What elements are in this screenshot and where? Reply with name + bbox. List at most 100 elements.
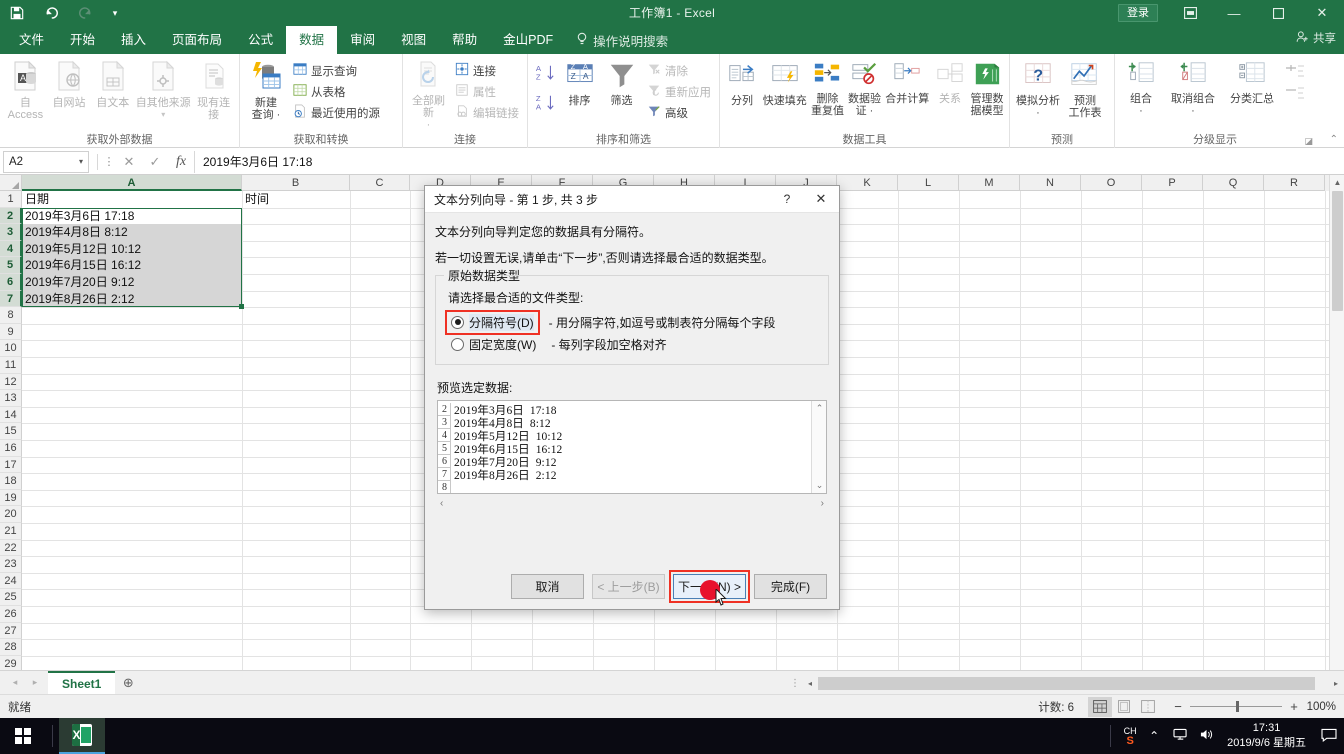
sign-in-button[interactable]: 登录: [1118, 4, 1158, 22]
normal-view-button[interactable]: [1088, 696, 1112, 717]
ime-indicator[interactable]: CH S: [1119, 718, 1141, 754]
row-header-19[interactable]: 19: [0, 489, 22, 507]
tab-page-layout[interactable]: 页面布局: [159, 26, 235, 54]
preview-horizontal-scrollbar[interactable]: ‹ ›: [437, 496, 827, 510]
tab-file[interactable]: 文件: [6, 26, 57, 54]
network-icon[interactable]: [1167, 728, 1193, 744]
properties-button[interactable]: 属性: [451, 82, 523, 101]
taskbar-item-excel[interactable]: X: [59, 718, 105, 754]
row-header-22[interactable]: 22: [0, 539, 22, 557]
chevron-down-icon[interactable]: ▾: [79, 157, 83, 166]
customize-quick-access-icon[interactable]: ▾: [102, 0, 128, 26]
column-header-R[interactable]: R: [1264, 175, 1325, 191]
connections-button[interactable]: 连接: [451, 61, 523, 80]
column-header-Q[interactable]: Q: [1203, 175, 1264, 191]
cell-A7[interactable]: 2019年8月26日 2:12: [22, 290, 242, 308]
cell-A5[interactable]: 2019年6月15日 16:12: [22, 257, 242, 274]
from-web-button[interactable]: 自网站: [48, 57, 91, 121]
show-queries-button[interactable]: 显示查询: [289, 61, 384, 80]
vertical-scrollbar[interactable]: ▲: [1329, 175, 1344, 670]
column-header-P[interactable]: P: [1142, 175, 1203, 191]
tab-review[interactable]: 审阅: [337, 26, 388, 54]
clear-filter-button[interactable]: 清除: [643, 61, 715, 80]
tab-view[interactable]: 视图: [388, 26, 439, 54]
confirm-edit-icon[interactable]: ✓: [142, 154, 168, 170]
from-other-sources-button[interactable]: 自其他来源 ▾: [135, 57, 191, 121]
preview-scroll-left-icon[interactable]: ‹: [440, 498, 443, 509]
insert-function-icon[interactable]: fx: [168, 154, 194, 170]
name-box[interactable]: A2 ▾: [3, 150, 89, 173]
tab-home[interactable]: 开始: [57, 26, 108, 54]
tab-kingsoft-pdf[interactable]: 金山PDF: [490, 26, 566, 54]
dialog-close-button[interactable]: ✕: [803, 191, 839, 207]
share-button[interactable]: 共享: [1296, 30, 1336, 46]
row-header-24[interactable]: 24: [0, 572, 22, 590]
row-header-18[interactable]: 18: [0, 473, 22, 490]
cancel-button[interactable]: 取消: [511, 574, 584, 599]
row-header-17[interactable]: 17: [0, 456, 22, 474]
page-break-view-button[interactable]: [1136, 697, 1160, 717]
zoom-slider[interactable]: [1190, 701, 1282, 712]
row-header-15[interactable]: 15: [0, 423, 22, 440]
fill-handle[interactable]: [239, 304, 244, 309]
preview-scroll-down-icon[interactable]: ⌄: [812, 478, 826, 493]
preview-vertical-scrollbar[interactable]: ⌃ ⌄: [811, 401, 826, 493]
save-icon[interactable]: [0, 0, 34, 26]
sort-ascending-icon[interactable]: A Z: [535, 63, 555, 88]
edit-links-button[interactable]: 编辑链接: [451, 103, 523, 122]
data-preview-box[interactable]: 2 2019年3月6日 17:18 3 2019年4月8日 8:12 4 2019年5月1…: [437, 400, 827, 494]
radio-fixed-width[interactable]: 固定宽度(W): [448, 335, 539, 354]
preview-scroll-right-icon[interactable]: ›: [821, 498, 824, 509]
text-to-columns-button[interactable]: 分列: [724, 57, 760, 121]
row-header-3[interactable]: 3: [0, 224, 22, 241]
volume-icon[interactable]: [1193, 728, 1219, 744]
subtotal-button[interactable]: 分类汇总: [1223, 57, 1281, 121]
column-header-B[interactable]: B: [242, 175, 350, 191]
row-header-12[interactable]: 12: [0, 373, 22, 391]
collapse-ribbon-icon[interactable]: ⌃: [1330, 134, 1338, 145]
from-text-button[interactable]: 自文本: [91, 57, 134, 121]
consolidate-button[interactable]: 合并计算: [884, 57, 931, 121]
taskbar-clock[interactable]: 17:31 2019/9/6 星期五: [1219, 718, 1314, 754]
row-header-5[interactable]: 5: [0, 257, 22, 274]
ribbon-display-options-icon[interactable]: [1168, 0, 1212, 26]
row-header-28[interactable]: 28: [0, 639, 22, 656]
column-header-L[interactable]: L: [898, 175, 959, 191]
hscroll-left-icon[interactable]: ◂: [802, 679, 818, 688]
minimize-button[interactable]: —: [1212, 0, 1256, 26]
zoom-out-button[interactable]: −: [1170, 699, 1186, 714]
row-header-25[interactable]: 25: [0, 589, 22, 606]
select-all-corner[interactable]: [0, 175, 22, 191]
row-header-16[interactable]: 16: [0, 440, 22, 457]
show-hidden-icons-icon[interactable]: ⌃: [1141, 729, 1167, 743]
redo-icon[interactable]: [68, 0, 102, 26]
add-sheet-button[interactable]: ⊕: [115, 675, 141, 691]
cell-A2[interactable]: 2019年3月6日 17:18: [22, 208, 242, 225]
close-button[interactable]: ✕: [1300, 0, 1344, 26]
maximize-restore-button[interactable]: [1256, 0, 1300, 26]
text-to-columns-wizard-dialog[interactable]: 文本分列向导 - 第 1 步, 共 3 步 ? ✕ 文本分列向导判定您的数据具有…: [424, 185, 840, 610]
cell-A3[interactable]: 2019年4月8日 8:12: [22, 224, 242, 241]
row-header-10[interactable]: 10: [0, 340, 22, 357]
vertical-scroll-thumb[interactable]: [1332, 191, 1343, 311]
row-header-26[interactable]: 26: [0, 606, 22, 623]
horizontal-scroll-thumb[interactable]: [818, 676, 1315, 690]
cell-B1[interactable]: 时间: [242, 191, 350, 208]
advanced-filter-button[interactable]: 高级: [643, 103, 715, 122]
row-header-14[interactable]: 14: [0, 406, 22, 424]
scroll-up-icon[interactable]: ▲: [1330, 175, 1344, 190]
row-header-6[interactable]: 6: [0, 274, 22, 291]
outline-dialog-launcher-icon[interactable]: ◪: [1304, 136, 1313, 147]
row-header-21[interactable]: 21: [0, 523, 22, 540]
zoom-in-button[interactable]: +: [1286, 699, 1302, 714]
formula-bar-grip[interactable]: ⋮: [102, 155, 116, 168]
column-header-M[interactable]: M: [959, 175, 1020, 191]
row-header-11[interactable]: 11: [0, 357, 22, 374]
sort-descending-icon[interactable]: Z A: [535, 93, 555, 118]
zoom-control[interactable]: − +: [1170, 699, 1302, 714]
row-header-27[interactable]: 27: [0, 622, 22, 640]
filter-button[interactable]: 筛选: [601, 57, 642, 121]
cell-A4[interactable]: 2019年5月12日 10:12: [22, 240, 242, 258]
from-access-button[interactable]: A 自 Access: [4, 57, 47, 121]
group-button[interactable]: 组合 ·: [1119, 57, 1163, 121]
